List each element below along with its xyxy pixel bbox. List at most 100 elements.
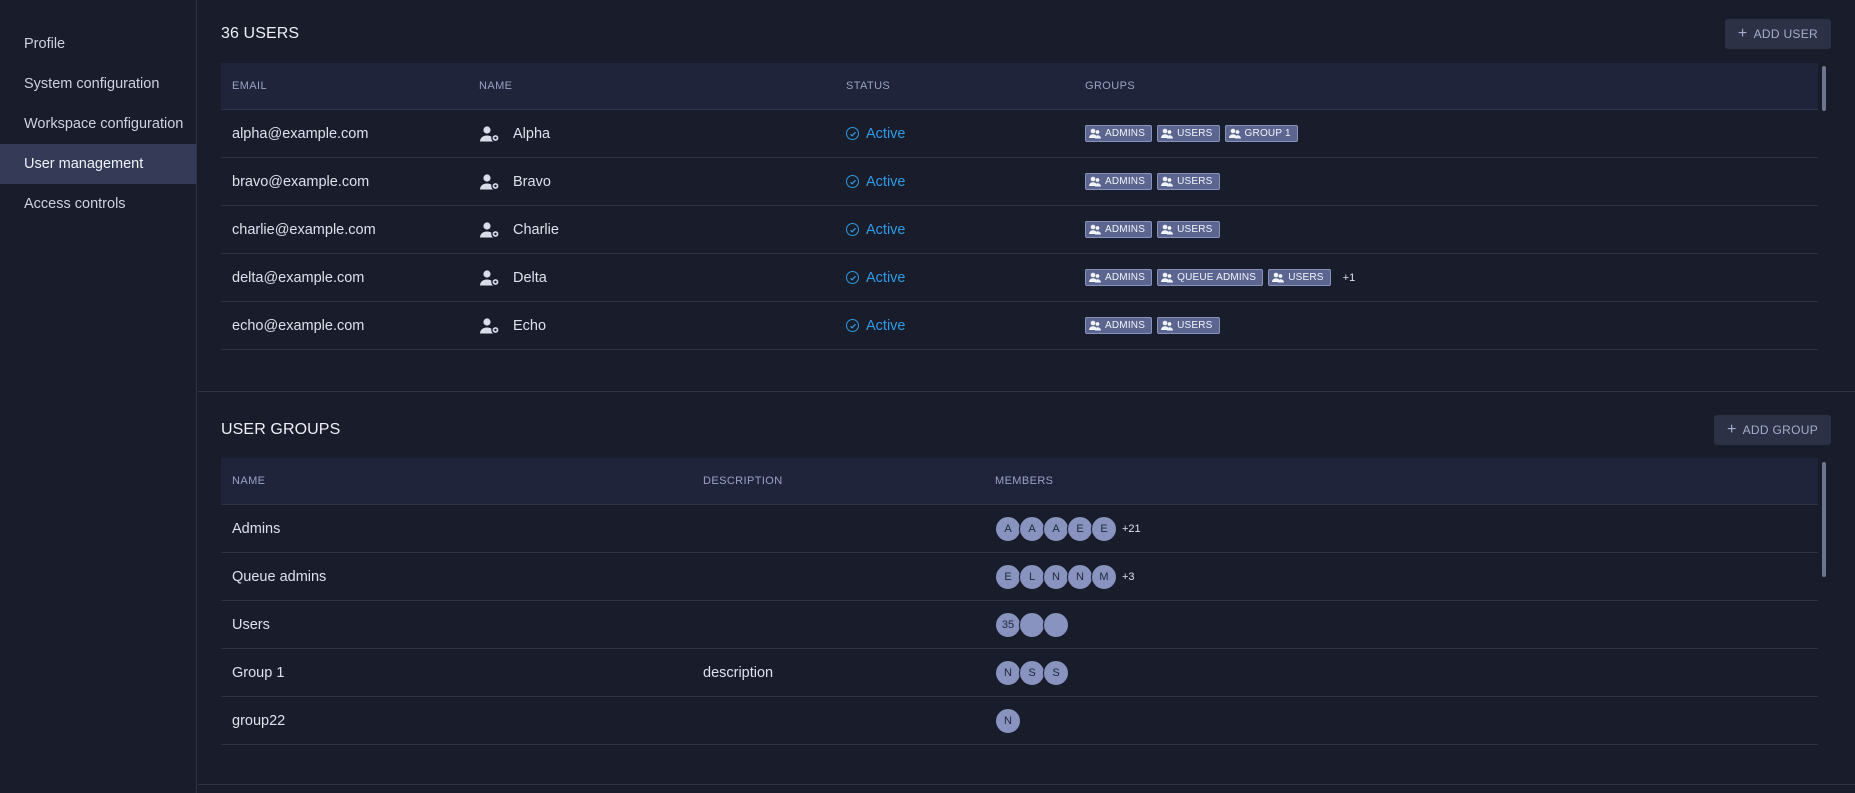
group-tag[interactable]: USERS (1157, 317, 1220, 334)
groups-scrollbar[interactable] (1822, 462, 1826, 577)
add-group-button[interactable]: + ADD GROUP (1713, 415, 1831, 445)
user-name: Bravo (513, 173, 551, 190)
table-row[interactable]: Admins A A A E E +21 (221, 505, 1818, 553)
group-icon (1089, 320, 1101, 331)
avatar[interactable]: A (995, 515, 1021, 542)
group-name-cell: group22 (232, 712, 286, 729)
group-name-cell: Admins (232, 520, 281, 537)
group-tag[interactable]: ADMINS (1085, 125, 1153, 142)
avatar[interactable]: N (995, 659, 1021, 686)
avatar[interactable]: L (1019, 563, 1045, 590)
groups-table: NAME DESCRIPTION MEMBERS Admins A A A E E +21 Q… (221, 458, 1818, 746)
more-members-count[interactable]: +3 (1122, 571, 1135, 583)
avatar-stack: E L N N M +3 (995, 563, 1135, 590)
group-tag[interactable]: ADMINS (1085, 221, 1153, 238)
table-row[interactable]: bravo@example.com Bravo Active ADMINS USERS (221, 158, 1818, 206)
name-cell: Alpha (468, 125, 835, 143)
bottom-divider (198, 784, 1855, 785)
sidebar-item-access-controls[interactable]: Access controls (0, 184, 196, 224)
table-row[interactable]: Group 1 description N S S (221, 649, 1818, 697)
column-description[interactable]: DESCRIPTION (692, 475, 984, 487)
group-icon (1228, 128, 1241, 139)
table-row-partial (221, 350, 1818, 368)
group-icon (1161, 272, 1174, 283)
column-groups[interactable]: GROUPS (1074, 80, 1374, 92)
add-user-button[interactable]: + ADD USER (1724, 19, 1831, 49)
table-row[interactable]: charlie@example.com Charlie Active ADMINS US… (221, 206, 1818, 254)
avatar[interactable] (1019, 611, 1045, 638)
groups-cell: ADMINS USERS (1074, 221, 1774, 238)
group-tag[interactable]: USERS (1157, 125, 1220, 142)
group-tag[interactable]: QUEUE ADMINS (1157, 269, 1264, 286)
users-table-header: EMAIL NAME STATUS GROUPS (221, 63, 1818, 110)
email-cell: charlie@example.com (232, 221, 376, 238)
plus-icon: + (1737, 25, 1748, 42)
avatar-stack: A A A E E +21 (995, 515, 1141, 542)
sidebar-item-profile[interactable]: Profile (0, 24, 196, 64)
table-row[interactable]: alpha@example.com Alpha Active ADMINS USERS G… (221, 110, 1818, 158)
table-row[interactable]: group22 N (221, 697, 1818, 745)
group-tag-label: USERS (1177, 224, 1213, 235)
group-icon (1161, 128, 1174, 139)
groups-header: USER GROUPS + ADD GROUP (221, 415, 1831, 445)
avatar[interactable]: E (995, 563, 1021, 590)
avatar[interactable]: E (1091, 515, 1117, 542)
avatar[interactable]: S (1019, 659, 1045, 686)
column-group-name[interactable]: NAME (221, 475, 692, 487)
email-cell: delta@example.com (232, 269, 365, 286)
status-text: Active (866, 269, 906, 286)
group-icon (1089, 272, 1101, 283)
groups-table-body: Admins A A A E E +21 Queue admins E L N N M +3 Users 35… (221, 505, 1818, 745)
status-text: Active (866, 221, 906, 238)
more-groups-count[interactable]: +1 (1343, 272, 1356, 284)
column-email[interactable]: EMAIL (221, 80, 468, 92)
sidebar-item-user-management[interactable]: User management (0, 144, 196, 184)
sidebar-item-workspace-configuration[interactable]: Workspace configuration (0, 104, 196, 144)
avatar[interactable]: N (1067, 563, 1093, 590)
users-header: 36 USERS + ADD USER (221, 19, 1831, 49)
table-row[interactable]: echo@example.com Echo Active ADMINS USERS (221, 302, 1818, 350)
avatar[interactable]: A (1043, 515, 1069, 542)
table-row[interactable]: delta@example.com Delta Active ADMINS QUEUE … (221, 254, 1818, 302)
column-members[interactable]: MEMBERS (984, 475, 1284, 487)
groups-cell: ADMINS USERS (1074, 317, 1774, 334)
group-tag[interactable]: USERS (1268, 269, 1331, 286)
users-scrollbar[interactable] (1822, 66, 1826, 111)
group-tag-label: USERS (1288, 272, 1324, 283)
group-icon (1089, 224, 1101, 235)
more-members-count[interactable]: +21 (1122, 523, 1141, 535)
sidebar-item-system-configuration[interactable]: System configuration (0, 64, 196, 104)
groups-cell: ADMINS QUEUE ADMINS USERS +1 (1074, 269, 1774, 286)
avatar[interactable]: A (1019, 515, 1045, 542)
group-tag[interactable]: ADMINS (1085, 269, 1153, 286)
avatar[interactable]: 35 (995, 611, 1021, 638)
avatar[interactable] (1043, 611, 1069, 638)
table-row[interactable]: Users 35 (221, 601, 1818, 649)
user-gear-icon (479, 221, 501, 239)
column-status[interactable]: STATUS (835, 80, 1074, 92)
group-tag[interactable]: USERS (1157, 173, 1220, 190)
user-name: Charlie (513, 221, 559, 238)
avatar[interactable]: N (1043, 563, 1069, 590)
status-cell: Active (835, 318, 1074, 334)
status-cell: Active (835, 126, 1074, 142)
group-tag[interactable]: GROUP 1 (1224, 125, 1298, 142)
group-tag[interactable]: ADMINS (1085, 317, 1153, 334)
group-tag[interactable]: ADMINS (1085, 173, 1153, 190)
group-tag[interactable]: USERS (1157, 221, 1220, 238)
group-name-cell: Group 1 (232, 664, 285, 681)
group-description-cell: description (703, 664, 774, 681)
members-cell: N (984, 707, 1484, 734)
group-tag-label: ADMINS (1105, 272, 1146, 283)
column-name[interactable]: NAME (468, 80, 835, 92)
name-cell: Echo (468, 317, 835, 335)
groups-table-header: NAME DESCRIPTION MEMBERS (221, 458, 1818, 505)
avatar[interactable]: S (1043, 659, 1069, 686)
avatar[interactable]: M (1091, 563, 1117, 590)
avatar[interactable]: E (1067, 515, 1093, 542)
group-tag-label: ADMINS (1105, 176, 1146, 187)
user-name: Alpha (513, 125, 551, 142)
avatar[interactable]: N (995, 707, 1021, 734)
group-icon (1089, 128, 1101, 139)
table-row[interactable]: Queue admins E L N N M +3 (221, 553, 1818, 601)
